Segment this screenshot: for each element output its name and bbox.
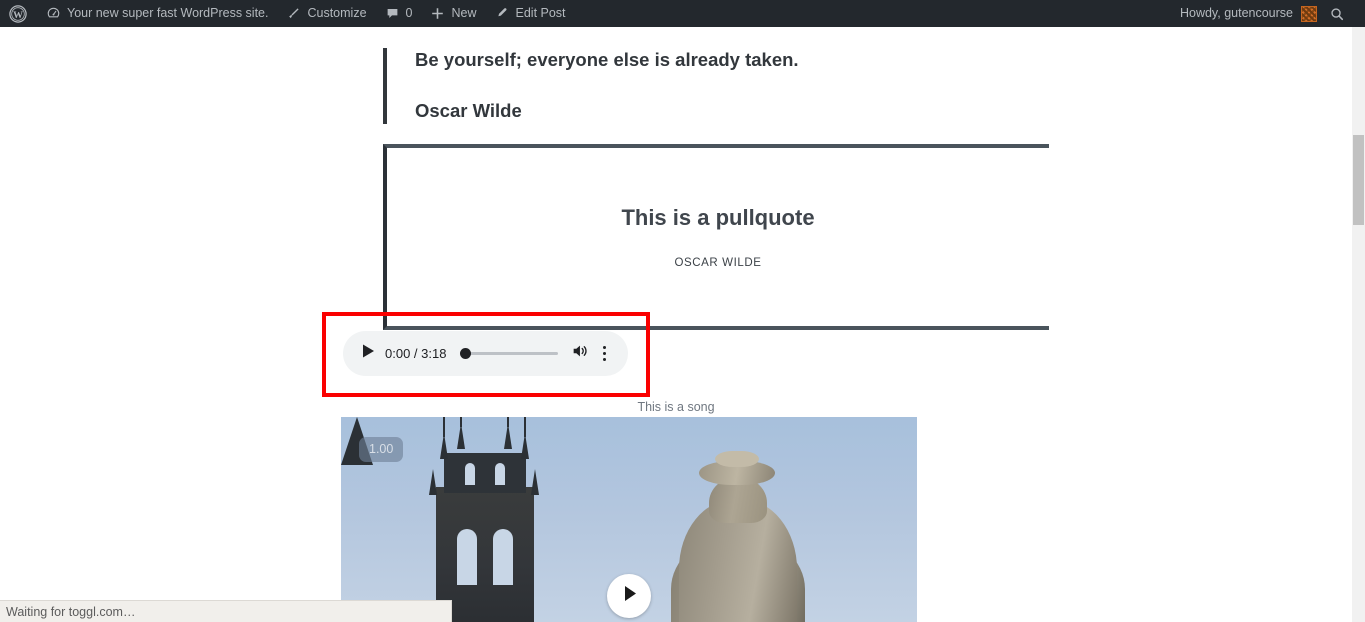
audio-progress-track [466,352,558,355]
avatar [1301,5,1317,22]
scrollbar-thumb[interactable] [1353,135,1364,225]
admin-bar-right-group: Howdy, gutencourse [1171,0,1365,27]
admin-bar-item-customize[interactable]: Customize [277,0,375,27]
tower-window [493,529,513,585]
blockquote-quote-text: Be yourself; everyone else is already ta… [415,49,799,70]
pullquote-citation: OSCAR WILDE [674,257,762,269]
audio-progress-slider[interactable] [460,347,558,361]
audio-time-display: 0:00 / 3:18 [385,346,447,361]
video-playback-rate-badge: 1.00 [359,437,404,462]
vertical-scrollbar[interactable] [1352,27,1365,622]
admin-bar-item-search[interactable] [1323,0,1357,27]
plus-icon [430,6,445,21]
tower-needle [460,417,462,427]
blockquote-citation: Oscar Wilde [415,99,522,121]
tower-window [495,463,505,485]
tower-needle [524,417,526,437]
status-bar-text: Waiting for toggl.com… [6,604,136,619]
comment-bubble-icon [385,6,400,21]
tower-window [465,463,475,485]
admin-bar-item-my-account[interactable]: Howdy, gutencourse [1171,0,1323,27]
menu-dot [602,346,606,349]
admin-bar-item-comments[interactable]: 0 [376,0,422,27]
tower-pinnacle [429,469,437,495]
pencil-icon [495,6,510,21]
search-icon [1329,6,1345,22]
tower-window [457,529,477,585]
post-content-area: Be yourself; everyone else is already ta… [0,27,1352,622]
wordpress-logo-icon: W [9,4,27,23]
paintbrush-icon [286,6,301,21]
audio-play-button[interactable] [357,343,379,365]
pullquote-quote-text: This is a pullquote [621,205,815,230]
admin-bar-howdy-label: Howdy, gutencourse [1179,6,1293,20]
admin-bar-item-edit-post[interactable]: Edit Post [486,0,575,27]
admin-bar-item-site-name[interactable]: Your new super fast WordPress site. [37,0,277,27]
menu-dot [602,358,606,361]
volume-high-icon [570,342,589,365]
admin-bar-new-label: New [451,6,477,20]
more-vertical-icon[interactable] [594,343,614,365]
admin-bar-comments-count: 0 [405,6,413,20]
pullquote-block: This is a pullquote OSCAR WILDE [383,144,1049,330]
wp-admin-bar: W Your new super fast WordPress site. Cu… [0,0,1365,27]
play-triangle-icon [621,584,638,608]
tower-needle [507,417,509,427]
admin-bar-item-new[interactable]: New [421,0,485,27]
audio-progress-thumb[interactable] [460,348,472,359]
admin-bar-site-name-label: Your new super fast WordPress site. [67,6,269,20]
audio-player[interactable]: 0:00 / 3:18 [343,331,628,376]
statue-hat-crown [715,451,759,467]
menu-dot [602,352,606,355]
tower-pinnacle [531,469,539,495]
cathedral-tower-belfry [444,453,526,493]
svg-text:W: W [13,10,23,21]
video-block[interactable]: 1.00 [341,417,917,622]
admin-bar-left-group: W Your new super fast WordPress site. Cu… [0,0,575,27]
admin-bar-customize-label: Customize [307,6,367,20]
blockquote-block: Be yourself; everyone else is already ta… [383,48,1043,124]
play-triangle-icon [361,343,376,364]
browser-status-bar: Waiting for toggl.com… [0,600,452,622]
video-poster-image: 1.00 [341,417,917,622]
audio-volume-button[interactable] [568,343,590,365]
tower-needle [443,417,445,437]
admin-bar-edit-post-label: Edit Post [515,6,566,20]
audio-caption: This is a song [637,400,715,414]
video-play-button[interactable] [607,574,651,618]
dashboard-speedometer-icon [46,6,61,21]
admin-bar-item-wp-logo[interactable]: W [0,0,37,27]
